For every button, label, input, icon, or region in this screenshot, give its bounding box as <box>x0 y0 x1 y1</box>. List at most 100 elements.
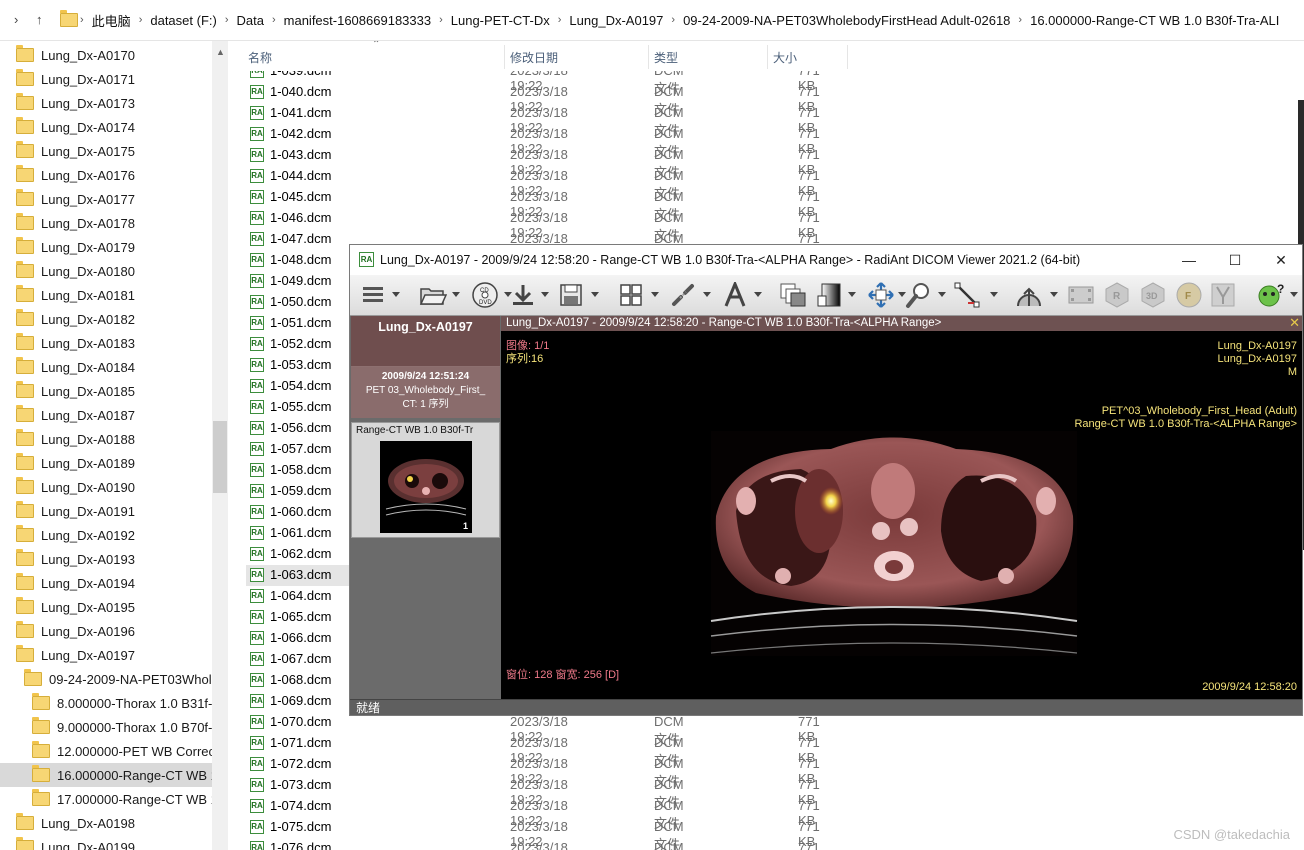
breadcrumb-item[interactable]: 09-24-2009-NA-PET03WholebodyFirstHead Ad… <box>683 13 1010 28</box>
cd-dvd-icon[interactable]: CD DVD <box>470 280 500 310</box>
face-icon[interactable]: F <box>1174 280 1204 310</box>
tree-scrollbar[interactable]: ▲ <box>212 41 228 850</box>
3d-icon[interactable]: 3D <box>1138 280 1168 310</box>
breadcrumb-separator-icon[interactable]: › <box>439 14 443 26</box>
tree-item[interactable]: Lung_Dx-A0181 <box>0 283 228 307</box>
column-divider[interactable] <box>504 45 505 69</box>
window-level-icon[interactable] <box>814 280 844 310</box>
close-viewer-icon[interactable]: ✕ <box>1289 315 1300 330</box>
column-divider[interactable] <box>767 45 768 69</box>
breadcrumb-separator-icon[interactable]: › <box>1018 14 1022 26</box>
tree-item[interactable]: Lung_Dx-A0175 <box>0 139 228 163</box>
tree-item[interactable]: Lung_Dx-A0192 <box>0 523 228 547</box>
open-dropdown-icon[interactable] <box>452 292 460 297</box>
breadcrumb[interactable]: › 此电脑 › dataset (F:) › Data › manifest-16086691… <box>60 6 1304 34</box>
file-row[interactable]: RA 1-043.dcm 2023/3/18 19:22 DCM 文件 771 KB <box>246 145 820 180</box>
file-row[interactable]: RA 1-042.dcm 2023/3/18 19:22 DCM 文件 771 KB <box>246 124 820 159</box>
file-row[interactable]: RA 1-045.dcm 2023/3/18 19:22 DCM 文件 771 KB <box>246 187 820 222</box>
breadcrumb-item[interactable]: 16.000000-Range-CT WB 1.0 B30f-Tra-ALI <box>1030 13 1279 28</box>
column-size[interactable]: 大小 <box>773 49 797 66</box>
file-row[interactable]: RA 1-073.dcm 2023/3/18 19:22 DCM 文件 771 KB <box>246 775 820 810</box>
maximize-button[interactable]: ☐ <box>1212 245 1258 275</box>
patient-header[interactable]: Lung_Dx-A0197 <box>351 316 500 367</box>
tree-item[interactable]: Lung_Dx-A0180 <box>0 259 228 283</box>
file-row[interactable]: RA 1-046.dcm 2023/3/18 19:22 DCM 文件 771 KB <box>246 208 820 243</box>
tree-item[interactable]: Lung_Dx-A0176 <box>0 163 228 187</box>
series-stack-icon[interactable] <box>778 280 808 310</box>
wl-dropdown-icon[interactable] <box>848 292 856 297</box>
breadcrumb-separator-icon[interactable]: › <box>80 14 84 26</box>
file-row[interactable]: RA 1-075.dcm 2023/3/18 19:22 DCM 文件 771 KB <box>246 817 820 850</box>
menu-dropdown-icon[interactable] <box>392 292 400 297</box>
tree-item[interactable]: Lung_Dx-A0193 <box>0 547 228 571</box>
link-dropdown-icon[interactable] <box>703 292 711 297</box>
window-titlebar[interactable]: RA Lung_Dx-A0197 - 2009/9/24 12:58:20 - … <box>350 245 1302 275</box>
close-button[interactable]: ✕ <box>1258 245 1304 275</box>
download-dropdown-icon[interactable] <box>541 292 549 297</box>
link-icon[interactable] <box>668 280 698 310</box>
file-row[interactable]: RA 1-040.dcm 2023/3/18 19:22 DCM 文件 771 KB <box>246 82 820 117</box>
column-date[interactable]: 修改日期 <box>510 49 558 66</box>
file-row[interactable]: RA 1-041.dcm 2023/3/18 19:22 DCM 文件 771 KB <box>246 103 820 138</box>
minimize-button[interactable]: — <box>1166 245 1212 275</box>
column-divider[interactable] <box>847 45 848 69</box>
tree-item[interactable]: Lung_Dx-A0174 <box>0 115 228 139</box>
tree-item[interactable]: Lung_Dx-A0183 <box>0 331 228 355</box>
layout-grid-icon[interactable] <box>616 280 646 310</box>
breadcrumb-separator-icon[interactable]: › <box>671 14 675 26</box>
tree-item[interactable]: Lung_Dx-A0191 <box>0 499 228 523</box>
breadcrumb-item[interactable]: manifest-1608669183333 <box>284 13 431 28</box>
tree-item[interactable]: 09-24-2009-NA-PET03Wholeb <box>0 667 228 691</box>
fusion-icon[interactable] <box>1014 280 1044 310</box>
dental-icon[interactable] <box>1208 280 1238 310</box>
column-divider[interactable] <box>648 45 649 69</box>
breadcrumb-item[interactable]: Lung_Dx-A0197 <box>569 13 663 28</box>
tree-item[interactable]: Lung_Dx-A0195 <box>0 595 228 619</box>
fusion-dropdown-icon[interactable] <box>1050 292 1058 297</box>
file-row[interactable]: RA 1-044.dcm 2023/3/18 19:22 DCM 文件 771 KB <box>246 166 820 201</box>
help-icon[interactable]: ? <box>1256 280 1286 310</box>
tree-item[interactable]: 16.000000-Range-CT WB 1 <box>0 763 228 787</box>
tree-item[interactable]: 17.000000-Range-CT WB 1 <box>0 787 228 811</box>
tree-item[interactable]: Lung_Dx-A0182 <box>0 307 228 331</box>
tree-item[interactable]: Lung_Dx-A0199 <box>0 835 228 850</box>
file-row[interactable]: RA 1-072.dcm 2023/3/18 19:22 DCM 文件 771 KB <box>246 754 820 789</box>
save-dropdown-icon[interactable] <box>591 292 599 297</box>
tree-item[interactable]: Lung_Dx-A0179 <box>0 235 228 259</box>
column-name[interactable]: 名称 <box>248 49 272 66</box>
breadcrumb-item[interactable]: Lung-PET-CT-Dx <box>451 13 550 28</box>
measure-dropdown-icon[interactable] <box>990 292 998 297</box>
tree-item[interactable]: Lung_Dx-A0198 <box>0 811 228 835</box>
tree-item[interactable]: Lung_Dx-A0173 <box>0 91 228 115</box>
back-arrow-icon[interactable]: › <box>14 12 18 27</box>
tree-item[interactable]: 9.000000-Thorax 1.0 B70f- <box>0 715 228 739</box>
scroll-up-icon[interactable]: ▲ <box>216 47 225 57</box>
pan-icon[interactable] <box>866 280 896 310</box>
breadcrumb-item[interactable]: 此电脑 <box>92 11 131 30</box>
open-folder-icon[interactable] <box>418 280 448 310</box>
tree-item[interactable]: Lung_Dx-A0188 <box>0 427 228 451</box>
address-bar[interactable]: › ↑ › 此电脑 › dataset (F:) › Data › manifest-1608… <box>0 0 1304 41</box>
save-icon[interactable] <box>556 280 586 310</box>
breadcrumb-separator-icon[interactable]: › <box>272 14 276 26</box>
measure-icon[interactable] <box>952 280 982 310</box>
text-dropdown-icon[interactable] <box>754 292 762 297</box>
cine-icon[interactable] <box>1066 280 1096 310</box>
tree-item[interactable]: Lung_Dx-A0184 <box>0 355 228 379</box>
tree-item[interactable]: Lung_Dx-A0177 <box>0 187 228 211</box>
image-viewport[interactable]: 图像: 1/1 序列:16 Lung_Dx-A0197 Lung_Dx-A019… <box>501 331 1302 699</box>
navigation-tree[interactable]: Lung_Dx-A0170 Lung_Dx-A0171 Lung_Dx-A0173 L… <box>0 41 228 850</box>
study-item[interactable]: 2009/9/24 12:51:24 PET 03_Wholebody_Firs… <box>351 367 500 418</box>
zoom-dropdown-icon[interactable] <box>938 292 946 297</box>
breadcrumb-item[interactable]: dataset (F:) <box>150 13 216 28</box>
tree-item[interactable]: 12.000000-PET WB Correcte <box>0 739 228 763</box>
zoom-icon[interactable] <box>904 280 934 310</box>
tree-item[interactable]: Lung_Dx-A0171 <box>0 67 228 91</box>
series-thumbnail[interactable]: Range-CT WB 1.0 B30f-Tr 1 <box>351 422 500 538</box>
file-row[interactable]: RA 1-074.dcm 2023/3/18 19:22 DCM 文件 771 KB <box>246 796 820 831</box>
tree-item[interactable]: Lung_Dx-A0170 <box>0 43 228 67</box>
tree-item[interactable]: Lung_Dx-A0196 <box>0 619 228 643</box>
help-dropdown-icon[interactable] <box>1290 292 1298 297</box>
breadcrumb-separator-icon[interactable]: › <box>139 14 143 26</box>
column-type[interactable]: 类型 <box>654 49 678 66</box>
